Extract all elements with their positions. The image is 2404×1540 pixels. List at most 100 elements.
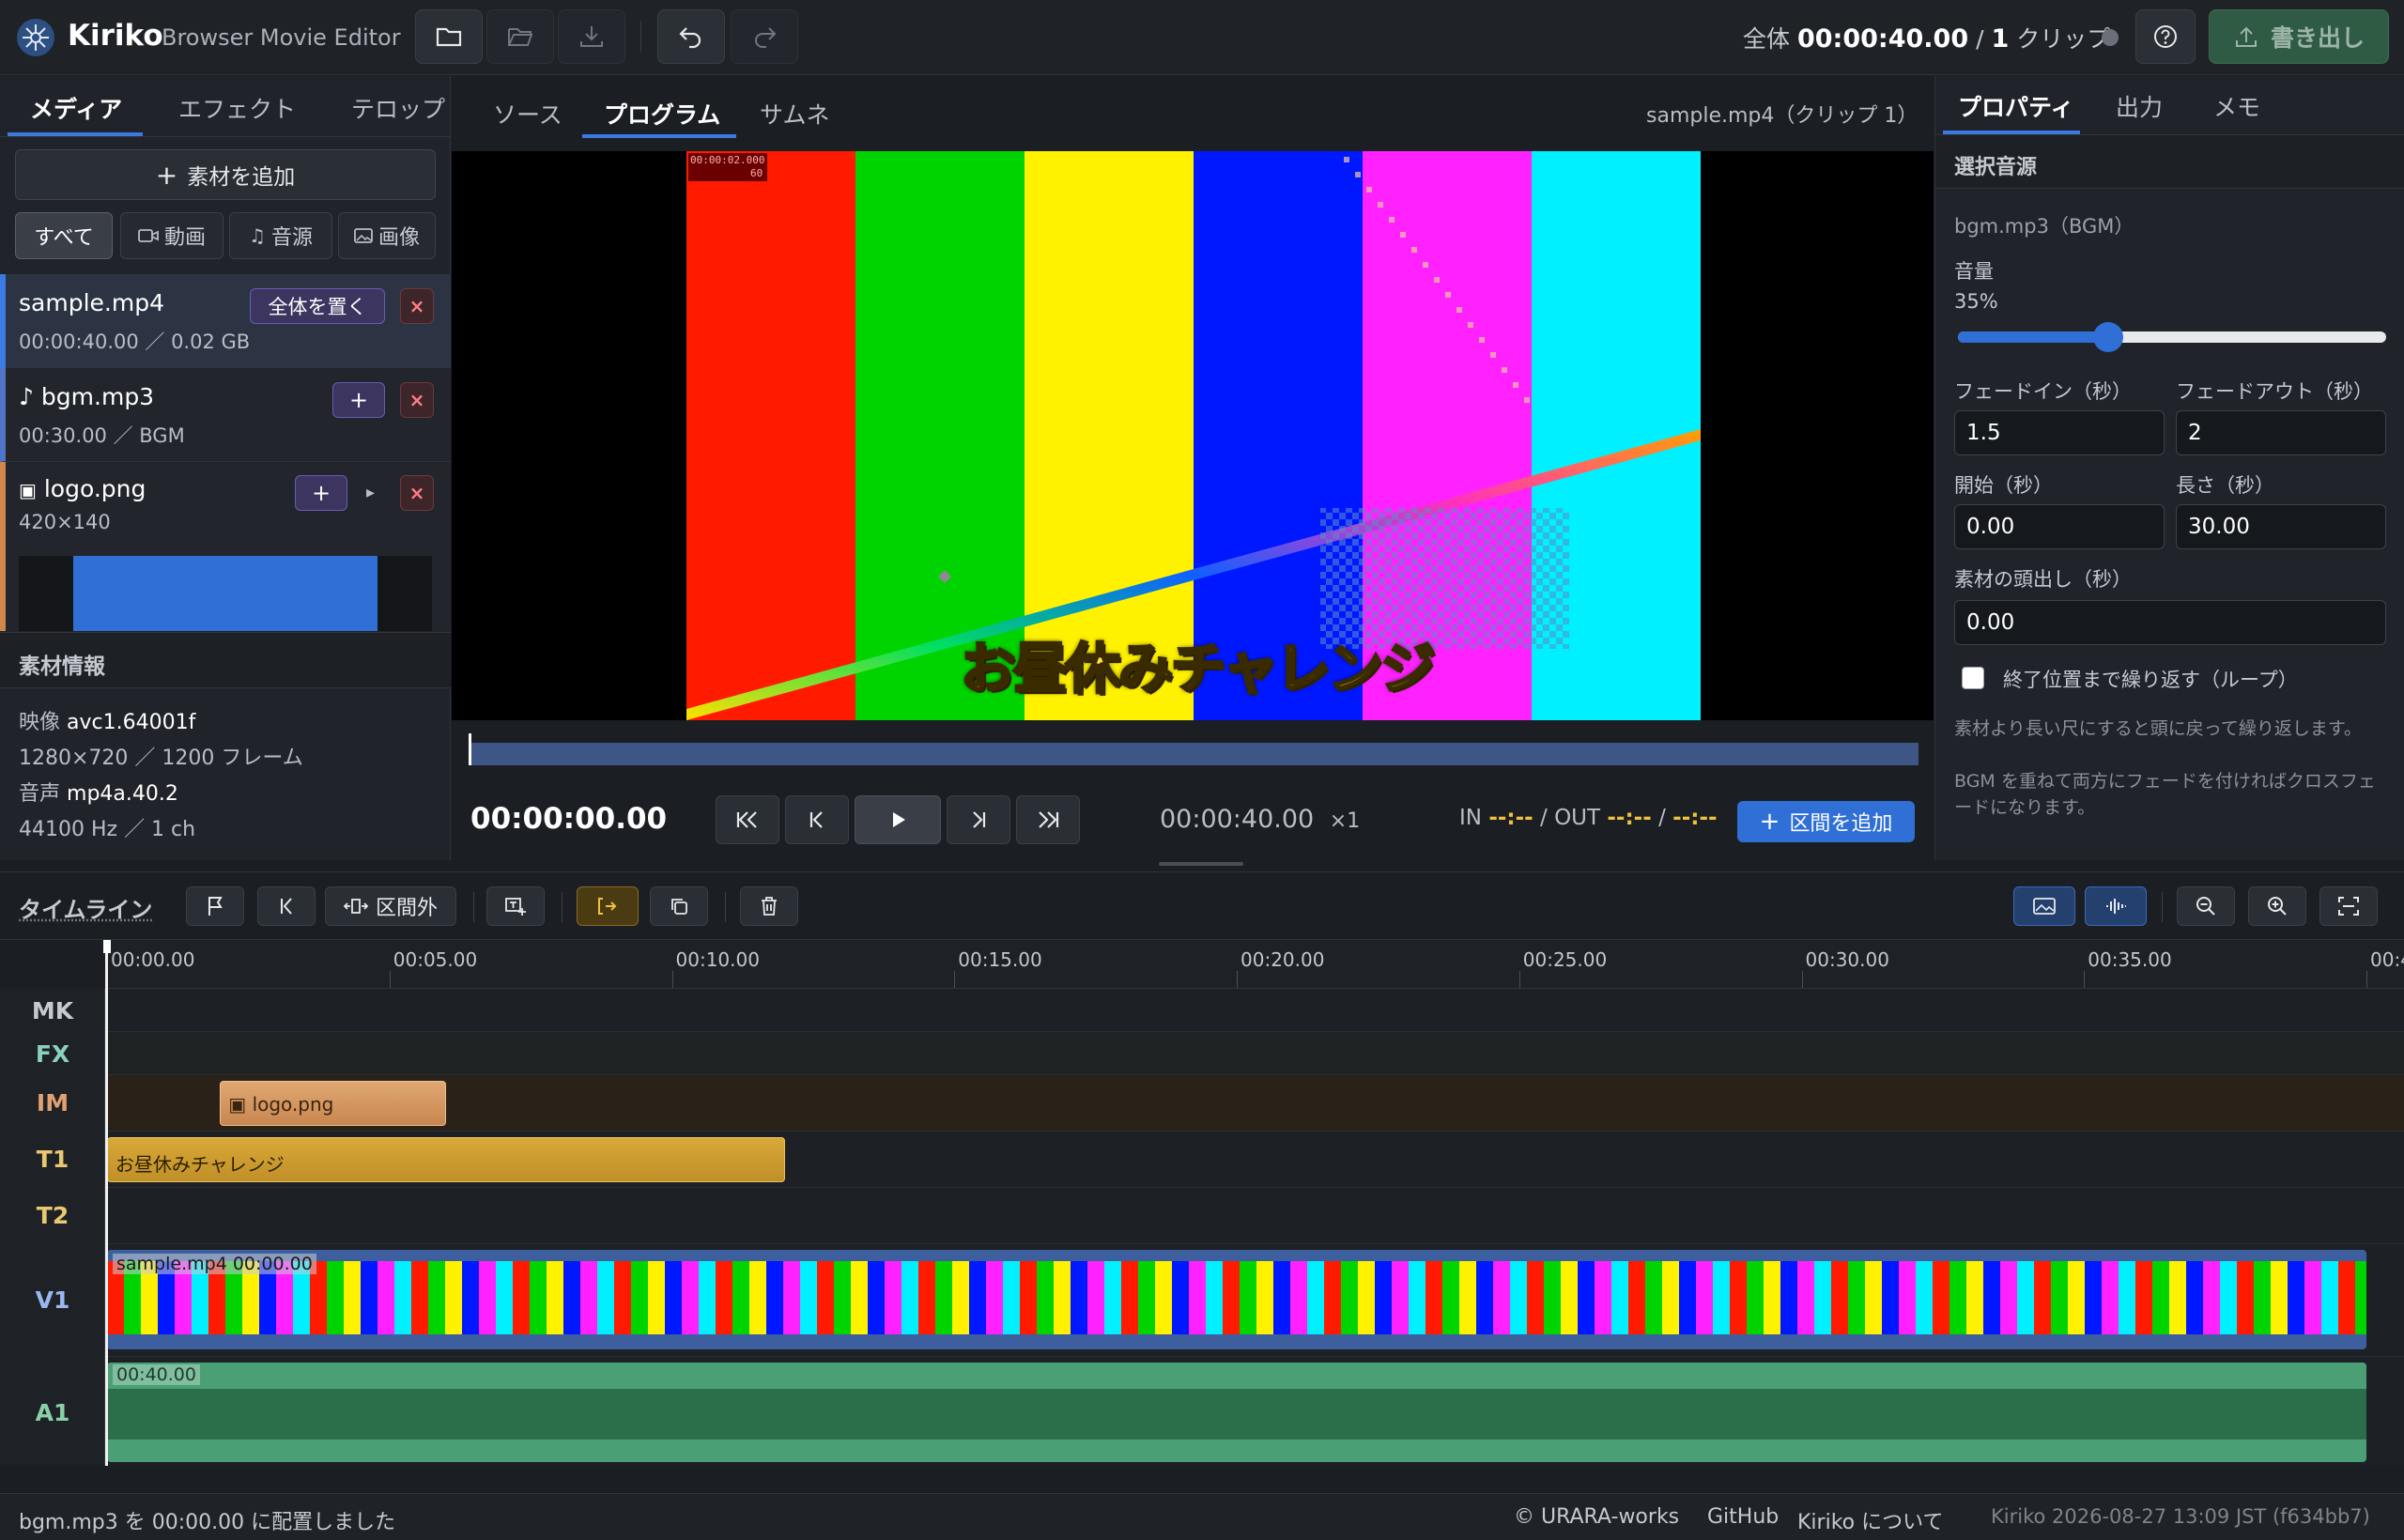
filter-video[interactable]: 動画 xyxy=(120,212,223,259)
outside-range-button[interactable]: 区間外 xyxy=(325,886,456,926)
clip-label: sample.mp4 xyxy=(116,1254,227,1274)
in-out-display: IN --:-- / OUT --:-- / --:-- xyxy=(1459,806,1718,830)
audio-meta: 44100 Hz ／ 1 ch xyxy=(19,818,196,841)
expand-caret-icon[interactable]: ▸ xyxy=(366,483,375,502)
thumbnail-color-bar xyxy=(2017,1261,2034,1334)
offset-field[interactable]: 0.00 xyxy=(1954,600,2386,645)
zoom-out-button[interactable] xyxy=(2177,886,2235,926)
tab-source[interactable]: ソース xyxy=(493,97,562,131)
prev-edit-button[interactable] xyxy=(257,886,316,926)
undo-button[interactable] xyxy=(657,9,725,64)
thumbnail-color-bar xyxy=(1730,1261,1747,1334)
thumbnail-color-bar xyxy=(1611,1261,1628,1334)
scrubber[interactable] xyxy=(469,733,1919,765)
current-time: 00:00:00.00 xyxy=(470,802,668,836)
go-to-start-button[interactable] xyxy=(716,795,779,844)
tab-properties[interactable]: プロパティ xyxy=(1958,89,2074,123)
thumbnail-toggle-button[interactable] xyxy=(2013,886,2075,926)
thumbnail-color-bar xyxy=(1459,1261,1476,1334)
clip-bgm-audio[interactable]: 00:40.00 xyxy=(107,1363,2366,1462)
thumbnail-color-bar xyxy=(2102,1261,2119,1334)
about-link[interactable]: Kiriko について xyxy=(1797,1505,1943,1535)
export-button[interactable]: 書き出し xyxy=(2209,9,2389,64)
thumbnail-color-bar xyxy=(1087,1261,1104,1334)
remove-media-button[interactable]: × xyxy=(400,288,434,324)
fade-out-field[interactable]: 2 xyxy=(2176,410,2386,455)
thumbnail-color-bar xyxy=(2034,1261,2051,1334)
playhead-marker[interactable] xyxy=(469,733,471,765)
timeline-playhead[interactable] xyxy=(105,942,108,1466)
volume-slider[interactable] xyxy=(1958,322,2386,352)
fit-timeline-button[interactable] xyxy=(2319,886,2378,926)
filter-audio[interactable]: ♫ 音源 xyxy=(229,212,332,259)
zoom-in-button[interactable] xyxy=(2248,886,2306,926)
remove-media-button[interactable]: × xyxy=(400,475,434,511)
thumbnail-color-bar xyxy=(614,1261,631,1334)
place-all-button[interactable]: 全体を置く xyxy=(250,288,385,324)
thumbnail-color-bar xyxy=(1138,1261,1155,1334)
track-mk[interactable] xyxy=(105,989,2404,1032)
tab-memo[interactable]: メモ xyxy=(2213,89,2260,123)
fade-in-field[interactable]: 1.5 xyxy=(1954,410,2165,455)
filter-image[interactable]: 画像 xyxy=(338,212,436,259)
resize-handle[interactable] xyxy=(1159,862,1243,866)
thumbnail-color-bar xyxy=(1476,1261,1493,1334)
save-project-button[interactable] xyxy=(558,9,625,64)
ripple-insert-button[interactable] xyxy=(577,886,639,926)
add-range-button[interactable]: + 区間を追加 xyxy=(1737,801,1915,842)
filter-all[interactable]: すべて xyxy=(15,212,113,259)
delete-button[interactable] xyxy=(740,886,798,926)
thumbnail-color-bar xyxy=(1392,1261,1409,1334)
help-button[interactable] xyxy=(2135,9,2196,64)
audio-waveform xyxy=(107,1389,2366,1440)
duplicate-button[interactable] xyxy=(650,886,708,926)
tab-program[interactable]: プログラム xyxy=(604,97,720,131)
go-to-end-button[interactable] xyxy=(1016,795,1080,844)
start-field[interactable]: 0.00 xyxy=(1954,504,2165,549)
next-frame-button[interactable] xyxy=(947,795,1010,844)
slider-thumb[interactable] xyxy=(2092,322,2123,352)
waveform-toggle-button[interactable] xyxy=(2085,886,2147,926)
redo-button[interactable] xyxy=(731,9,798,64)
app-logo-icon xyxy=(17,19,54,56)
add-to-timeline-button[interactable]: + xyxy=(332,382,385,418)
media-item-sample[interactable]: sample.mp4 00:00:40.00 ／ 0.02 GB 全体を置く × xyxy=(0,274,451,368)
track-im[interactable] xyxy=(105,1075,2404,1132)
thumbnail-color-bar xyxy=(2254,1261,2271,1334)
new-project-button[interactable] xyxy=(415,9,483,64)
media-item-bgm[interactable]: ♪ bgm.mp3 00:30.00 ／ BGM + × xyxy=(0,368,451,462)
track-label-a1: A1 xyxy=(35,1399,70,1426)
tab-output[interactable]: 出力 xyxy=(2116,89,2163,123)
out-value: --:-- xyxy=(1607,806,1652,830)
thumbnail-color-bar xyxy=(851,1261,868,1334)
play-button[interactable] xyxy=(855,795,941,844)
length-field[interactable]: 30.00 xyxy=(2176,504,2386,549)
playhead-handle[interactable] xyxy=(103,940,111,953)
tab-media[interactable]: メディア xyxy=(30,91,122,125)
tab-telop[interactable]: テロップ xyxy=(351,91,445,125)
add-to-timeline-button[interactable]: + xyxy=(295,475,347,511)
clip-logo[interactable]: ▣ logo.png xyxy=(220,1081,446,1126)
add-marker-button[interactable] xyxy=(186,886,244,926)
github-link[interactable]: GitHub xyxy=(1707,1505,1779,1529)
copyright-link[interactable]: © URARA-works xyxy=(1514,1505,1679,1529)
ruler-tick-label: 00:05.00 xyxy=(393,948,478,971)
clip-telop[interactable]: お昼休みチャレンジ xyxy=(107,1137,785,1182)
track-fx[interactable] xyxy=(105,1032,2404,1075)
tab-effects[interactable]: エフェクト xyxy=(178,91,296,125)
source-name: bgm.mp3（BGM） xyxy=(1954,215,2134,238)
add-text-button[interactable] xyxy=(486,886,545,926)
remove-media-button[interactable]: × xyxy=(400,382,434,418)
add-media-button[interactable]: + 素材を追加 xyxy=(15,149,436,200)
thumbnail-color-bar xyxy=(1104,1261,1121,1334)
folder-open-icon xyxy=(508,28,533,46)
track-t2[interactable] xyxy=(105,1188,2404,1244)
thumbnail-color-bar xyxy=(530,1261,547,1334)
open-project-button[interactable] xyxy=(486,9,554,64)
loop-checkbox[interactable] xyxy=(1962,667,1984,689)
prev-frame-button[interactable] xyxy=(785,795,849,844)
clip-label: logo.png xyxy=(252,1093,334,1116)
clip-sample-video[interactable]: sample.mp4 00:00.00 xyxy=(107,1250,2366,1349)
tab-thumbnail[interactable]: サムネ xyxy=(760,97,830,131)
thumbnail-color-bar xyxy=(327,1261,344,1334)
